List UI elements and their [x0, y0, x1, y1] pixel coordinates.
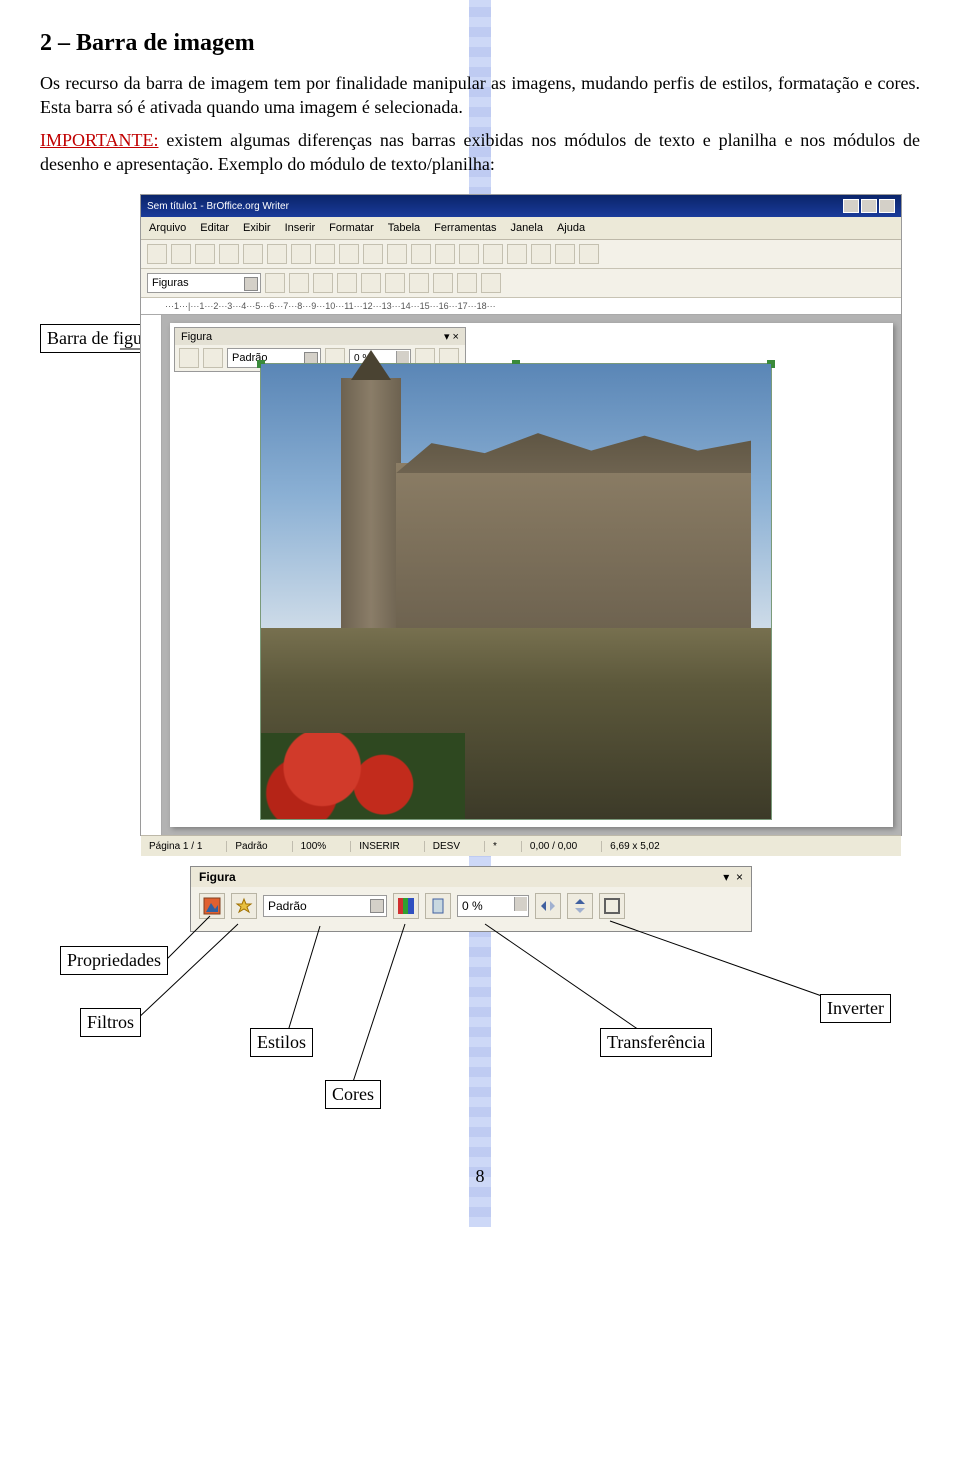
menu-inserir[interactable]: Inserir [285, 222, 316, 234]
status-coord1: 0,00 / 0,00 [521, 841, 577, 852]
intro-paragraph: Os recurso da barra de imagem tem por fi… [40, 71, 920, 120]
image-content-tower [341, 378, 401, 628]
status-coord2: 6,69 x 5,02 [601, 841, 659, 852]
menu-janela[interactable]: Janela [511, 222, 543, 234]
status-style: Padrão [226, 841, 267, 852]
frame-properties-button[interactable] [599, 893, 625, 919]
flip-horizontal-button[interactable] [535, 893, 561, 919]
window-title: Sem título1 - BrOffice.org Writer [147, 201, 289, 212]
print-icon[interactable] [219, 244, 239, 264]
standard-toolbar[interactable] [141, 240, 901, 269]
page-number: 8 [40, 1166, 920, 1187]
wrap-icon[interactable] [361, 273, 381, 293]
figure-toolbar2-title: Figura [199, 870, 236, 884]
help-icon[interactable] [579, 244, 599, 264]
toolbar-close-icon[interactable]: ▾ × [444, 330, 459, 343]
anchor-icon[interactable] [481, 273, 501, 293]
status-modified: * [484, 841, 497, 852]
align-center-icon[interactable] [289, 273, 309, 293]
align-justify-icon[interactable] [337, 273, 357, 293]
screenshot-writer-window: Sem título1 - BrOffice.org Writer Arquiv… [140, 194, 902, 836]
important-label: IMPORTANTE: [40, 130, 158, 150]
transparency-icon[interactable] [425, 893, 451, 919]
find-icon[interactable] [483, 244, 503, 264]
inserted-image[interactable] [260, 363, 772, 820]
zoom-icon[interactable] [555, 244, 575, 264]
figure-toolbar-title: Figura [181, 331, 212, 343]
vertical-ruler [141, 315, 162, 835]
table-icon[interactable] [435, 244, 455, 264]
document-workspace: Figura ▾ × Padrão 0 % [141, 315, 901, 835]
image-content-sky [261, 364, 771, 628]
menu-tabela[interactable]: Tabela [388, 222, 420, 234]
important-paragraph: IMPORTANTE: existem algumas diferenças n… [40, 128, 920, 177]
draw-icon[interactable] [459, 244, 479, 264]
horizontal-ruler: ···1···|···1···2···3···4···5···6···7···8… [141, 298, 901, 315]
send-back-icon[interactable] [457, 273, 477, 293]
align-right-icon[interactable] [313, 273, 333, 293]
navigator-icon[interactable] [507, 244, 527, 264]
copy-icon[interactable] [315, 244, 335, 264]
status-page: Página 1 / 1 [149, 841, 202, 852]
callout-propriedades: Propriedades [60, 946, 168, 975]
border-icon[interactable] [385, 273, 405, 293]
flip-vertical-button[interactable] [567, 893, 593, 919]
color-button[interactable] [393, 893, 419, 919]
menu-editar[interactable]: Editar [200, 222, 229, 234]
close-icon[interactable] [879, 199, 895, 213]
redo-icon[interactable] [387, 244, 407, 264]
window-controls[interactable] [843, 199, 895, 213]
gallery-icon[interactable] [531, 244, 551, 264]
bring-front-icon[interactable] [433, 273, 453, 293]
status-bar: Página 1 / 1 Padrão 100% INSERIR DESV * … [141, 835, 901, 856]
callout-inverter: Inverter [820, 994, 891, 1023]
style-selector[interactable]: Figuras [147, 273, 261, 293]
image-content-flowers [261, 733, 465, 819]
callout-cores: Cores [325, 1080, 381, 1109]
transparency-spinner-large[interactable]: 0 % [457, 895, 529, 917]
callout-transferencia: Transferência [600, 1028, 712, 1057]
formatting-toolbar[interactable]: Figuras [141, 269, 901, 298]
important-text: existem algumas diferenças nas barras ex… [40, 130, 920, 174]
open-icon[interactable] [171, 244, 191, 264]
menu-arquivo[interactable]: Arquivo [149, 222, 186, 234]
undo-icon[interactable] [363, 244, 383, 264]
menu-ajuda[interactable]: Ajuda [557, 222, 585, 234]
status-desv: DESV [424, 841, 460, 852]
menu-ferramentas[interactable]: Ferramentas [434, 222, 496, 234]
callout-estilos: Estilos [250, 1028, 313, 1057]
graphic-properties-button[interactable] [199, 893, 225, 919]
status-zoom: 100% [292, 841, 327, 852]
menu-bar[interactable]: Arquivo Editar Exibir Inserir Formatar T… [141, 217, 901, 240]
image-content-building [396, 463, 751, 628]
section-heading: 2 – Barra de imagem [40, 30, 920, 57]
callout-filtros: Filtros [80, 1008, 141, 1037]
cut-icon[interactable] [291, 244, 311, 264]
align-left-icon[interactable] [265, 273, 285, 293]
save-icon[interactable] [195, 244, 215, 264]
filter-icon[interactable] [203, 348, 223, 368]
status-insert: INSERIR [350, 841, 400, 852]
image-content-ground [261, 628, 771, 819]
maximize-icon[interactable] [861, 199, 877, 213]
menu-formatar[interactable]: Formatar [329, 222, 374, 234]
toolbar2-controls[interactable]: ▾ × [723, 870, 743, 884]
menu-exibir[interactable]: Exibir [243, 222, 271, 234]
frame-props-icon[interactable] [409, 273, 429, 293]
document-page: Figura ▾ × Padrão 0 % [170, 323, 893, 827]
hyperlink-icon[interactable] [411, 244, 431, 264]
preview-icon[interactable] [243, 244, 263, 264]
figure-toolbar-enlarged: Figura ▾ × Padrão 0 % [190, 866, 752, 932]
spellcheck-icon[interactable] [267, 244, 287, 264]
paste-icon[interactable] [339, 244, 359, 264]
graphics-mode-selector-large[interactable]: Padrão [263, 895, 387, 917]
graphic-properties-icon[interactable] [179, 348, 199, 368]
new-doc-icon[interactable] [147, 244, 167, 264]
window-titlebar: Sem título1 - BrOffice.org Writer [141, 195, 901, 217]
minimize-icon[interactable] [843, 199, 859, 213]
filter-button[interactable] [231, 893, 257, 919]
